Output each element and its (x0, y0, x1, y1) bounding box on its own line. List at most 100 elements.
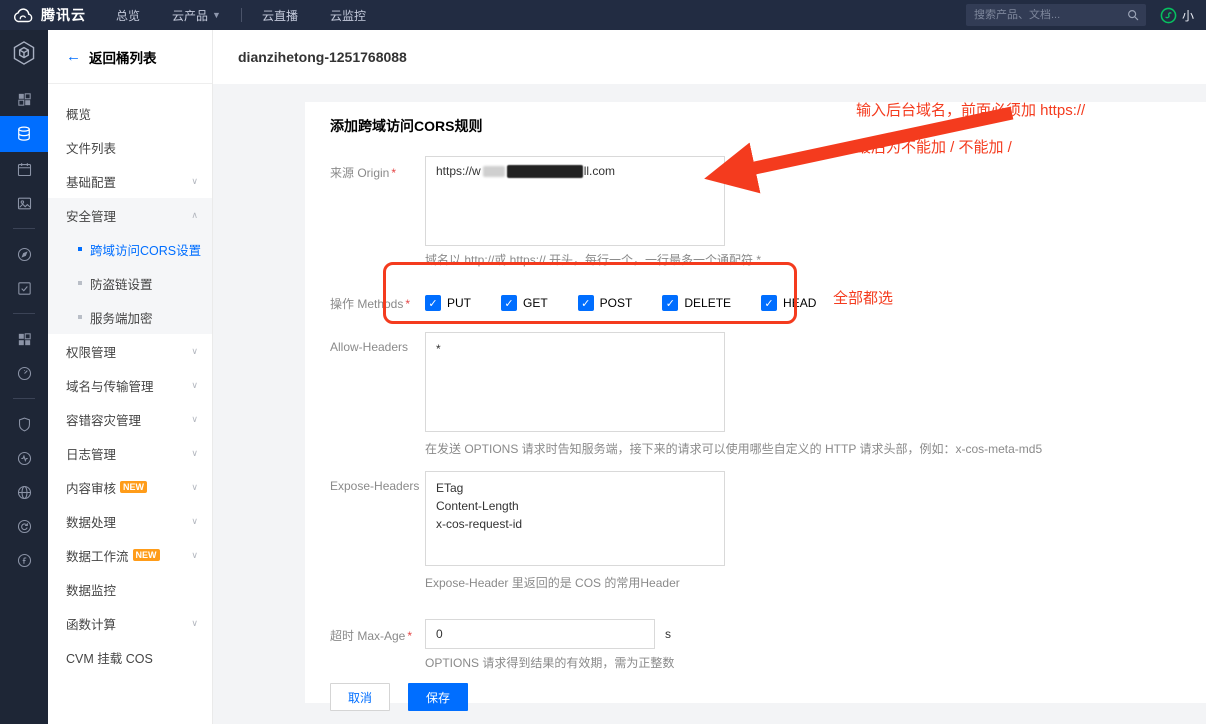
method-checkbox-head[interactable]: ✓HEAD (761, 295, 816, 311)
sidebar-item[interactable]: 数据工作流NEW∨ (48, 538, 212, 572)
user-account[interactable]: 小 (1160, 7, 1206, 24)
cos-product-logo-icon[interactable] (0, 30, 48, 76)
max-age-unit: s (665, 627, 671, 641)
method-checkbox-post[interactable]: ✓POST (578, 295, 633, 311)
methods-options: ✓PUT ✓GET ✓POST ✓DELETE ✓HEAD (425, 288, 846, 318)
checkbox-checked-icon[interactable]: ✓ (425, 295, 441, 311)
checkbox-checked-icon[interactable]: ✓ (761, 295, 777, 311)
panel-title: 添加跨域访问CORS规则 (330, 116, 1206, 136)
method-checkbox-get[interactable]: ✓GET (501, 295, 548, 311)
chevron-down-icon: ∨ (191, 448, 198, 459)
sidebar-item[interactable]: 内容审核NEW∨ (48, 470, 212, 504)
sidebar-item-label: 安全管理 (66, 206, 116, 225)
max-age-input[interactable] (425, 619, 655, 649)
modules-grid-icon[interactable] (0, 322, 48, 356)
cancel-button[interactable]: 取消 (330, 683, 390, 711)
bucket-storage-icon[interactable] (0, 116, 48, 152)
allow-headers-row: Allow-Headers * 在发送 OPTIONS 请求时告知服务端，接下来… (330, 332, 1206, 457)
origin-textarea[interactable]: https://w ll.com (425, 156, 725, 246)
sidebar-item[interactable]: 文件列表 (48, 130, 212, 164)
sidebar-item-label: 数据工作流 (66, 546, 129, 565)
brand-name: 腾讯云 (41, 5, 86, 25)
sidebar-item[interactable]: 数据处理∨ (48, 504, 212, 538)
sidebar-item-label: 数据处理 (66, 512, 116, 531)
calendar-icon[interactable] (0, 152, 48, 186)
sidebar-item[interactable]: 域名与传输管理∨ (48, 368, 212, 402)
sidebar-item-label: 权限管理 (66, 342, 116, 361)
sidebar-item-label: 跨域访问CORS设置 (90, 240, 201, 259)
sidebar-menu: 概览文件列表基础配置∨安全管理∧跨域访问CORS设置防盗链设置服务端加密权限管理… (48, 84, 212, 674)
topnav-item[interactable]: 云监控 (314, 0, 382, 30)
bullet-icon (78, 281, 82, 285)
sidebar-item[interactable]: 日志管理∨ (48, 436, 212, 470)
allow-headers-textarea[interactable]: * (425, 332, 725, 432)
topbar-right: 小 (966, 4, 1206, 26)
sidebar-item[interactable]: CVM 挂载 COS (48, 640, 212, 674)
caret-down-icon: ▼ (212, 10, 221, 20)
expose-headers-hint: Expose-Header 里返回的是 COS 的常用Header (425, 575, 725, 591)
allow-headers-hint: 在发送 OPTIONS 请求时告知服务端，接下来的请求可以使用哪些自定义的 HT… (425, 441, 1042, 457)
max-age-label: 超时 Max-Age* (330, 619, 425, 671)
sidebar-item[interactable]: 安全管理∧ (48, 198, 212, 232)
product-icon-rail (0, 30, 48, 724)
method-checkbox-delete[interactable]: ✓DELETE (662, 295, 731, 311)
origin-row: 来源 Origin* https://wll.com 域名以 http://或 … (330, 156, 1206, 268)
workflow-globe-icon[interactable] (0, 475, 48, 509)
dashboard-grid-icon[interactable] (0, 82, 48, 116)
sidebar-item[interactable]: 服务端加密 (48, 300, 212, 334)
sidebar-item[interactable]: 基础配置∨ (48, 164, 212, 198)
sidebar-item[interactable]: 权限管理∨ (48, 334, 212, 368)
sidebar-item-label: 函数计算 (66, 614, 116, 633)
sidebar-item[interactable]: 函数计算 ∨ (48, 606, 212, 640)
form-buttons: 取消 保存 (330, 675, 1206, 711)
data-pulse-icon[interactable] (0, 441, 48, 475)
sidebar-item-label: 文件列表 (66, 138, 116, 157)
sidebar-item[interactable]: 概览 (48, 96, 212, 130)
expose-headers-textarea[interactable]: ETag Content-Length x-cos-request-id (425, 471, 725, 566)
redaction-block (483, 166, 505, 177)
tencent-cloud-logo[interactable]: 腾讯云 (0, 5, 100, 25)
allow-headers-label: Allow-Headers (330, 332, 425, 457)
wechat-avatar-icon[interactable] (1160, 7, 1177, 24)
method-checkbox-put[interactable]: ✓PUT (425, 295, 471, 311)
sidebar-item[interactable]: 数据监控 (48, 572, 212, 606)
topnav-item[interactable]: 云产品▼ (156, 0, 237, 30)
required-asterisk: * (407, 629, 412, 643)
search-input[interactable] (966, 9, 1126, 21)
nav-divider (241, 8, 242, 22)
sidebar-item[interactable]: 跨域访问CORS设置 (48, 232, 212, 266)
search-icon[interactable] (1126, 8, 1140, 22)
origin-value-prefix: https://w (436, 164, 481, 178)
user-name: 小 (1182, 7, 1194, 24)
media-image-icon[interactable] (0, 186, 48, 220)
cors-form-panel: 添加跨域访问CORS规则 来源 Origin* https://wll.com … (305, 102, 1206, 703)
cdn-compass-icon[interactable] (0, 237, 48, 271)
checkbox-checked-icon[interactable]: ✓ (501, 295, 517, 311)
cloud-icon (12, 8, 34, 23)
back-arrow-icon: ← (66, 48, 81, 65)
monitor-gauge-icon[interactable] (0, 356, 48, 390)
shield-audit-icon[interactable] (0, 407, 48, 441)
rail-divider (13, 398, 35, 399)
sidebar-item-label: 内容审核 (66, 478, 116, 497)
topnav-item[interactable]: 云直播 (246, 0, 314, 30)
chevron-down-icon: ∨ (191, 618, 198, 629)
sidebar-item[interactable]: 防盗链设置 (48, 266, 212, 300)
sync-refresh-icon[interactable] (0, 509, 48, 543)
chevron-down-icon: ∨ (191, 380, 198, 391)
chevron-down-icon: ∨ (191, 550, 198, 561)
back-to-bucket-list[interactable]: ← 返回桶列表 (48, 30, 212, 84)
origin-value-suffix: ll.com (584, 164, 615, 178)
save-button[interactable]: 保存 (408, 683, 468, 711)
chevron-down-icon: ∨ (191, 482, 198, 493)
topbar-search[interactable] (966, 4, 1146, 26)
sidebar-item-label: 防盗链设置 (90, 274, 153, 293)
bucket-title-bar: dianzihetong-1251768088 (213, 30, 1206, 84)
function-compute-icon[interactable] (0, 543, 48, 577)
checkbox-checked-icon[interactable]: ✓ (578, 295, 594, 311)
back-label: 返回桶列表 (89, 47, 157, 67)
sidebar-item[interactable]: 容错容灾管理∨ (48, 402, 212, 436)
task-check-icon[interactable] (0, 271, 48, 305)
checkbox-checked-icon[interactable]: ✓ (662, 295, 678, 311)
topnav-item[interactable]: 总览 (100, 0, 156, 30)
